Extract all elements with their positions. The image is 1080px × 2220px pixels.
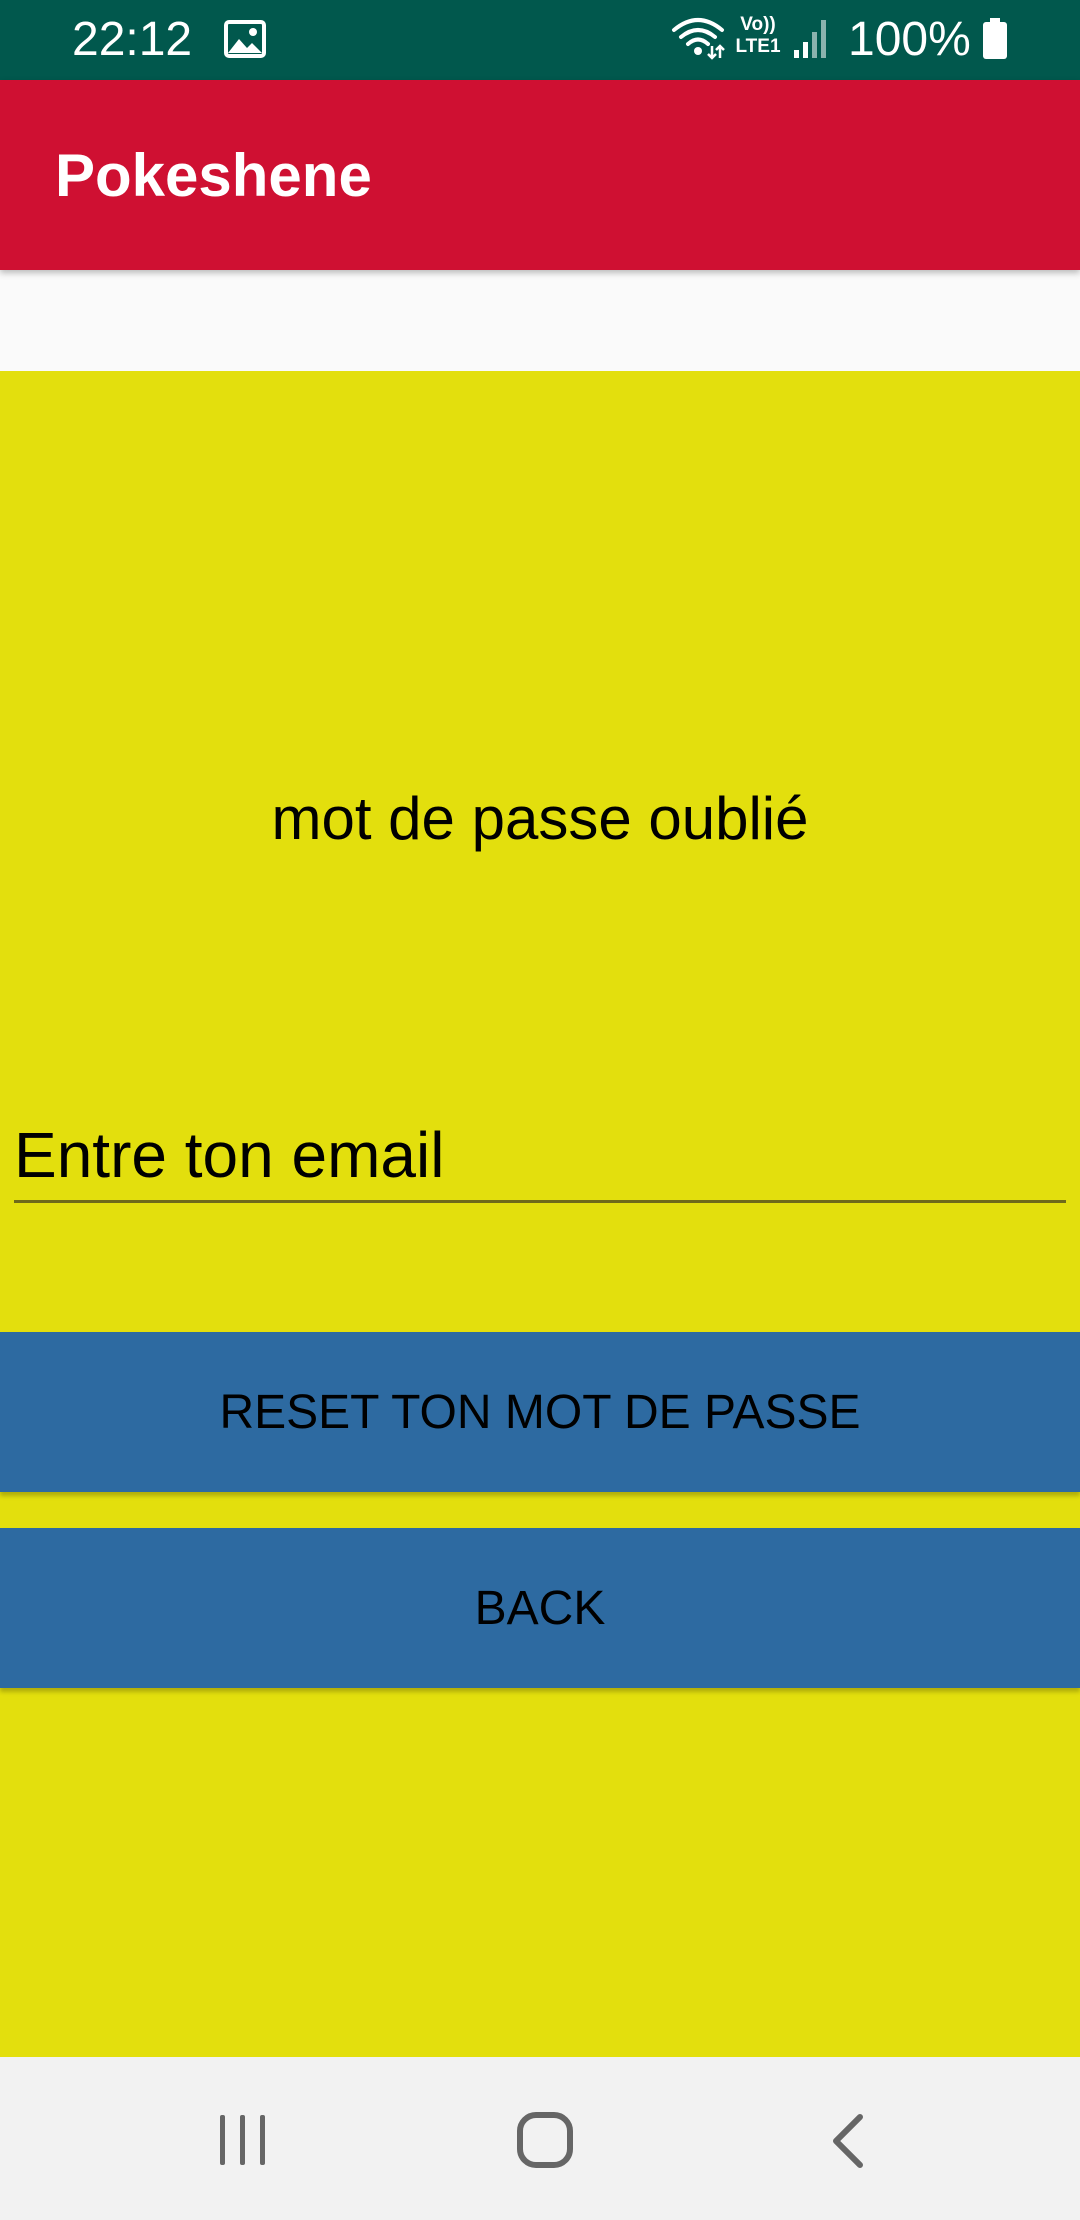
- lte-icon: Vo)) LTE1: [734, 14, 782, 62]
- page-heading: mot de passe oublié: [271, 785, 809, 852]
- battery-percent: 100%: [848, 13, 971, 66]
- back-icon[interactable]: [828, 2113, 868, 2169]
- lte-label-top: Vo)): [740, 14, 776, 35]
- back-button[interactable]: BACK: [0, 1528, 1080, 1688]
- home-icon[interactable]: [516, 2111, 574, 2169]
- battery-icon: [983, 18, 1007, 59]
- status-time: 22:12: [72, 13, 193, 66]
- status-bar: 22:12 Vo)) LTE1 100%: [0, 0, 1080, 80]
- email-input[interactable]: [14, 1109, 1066, 1203]
- signal-icon: [794, 20, 826, 58]
- app-title: Pokeshene: [55, 142, 372, 209]
- wifi-icon: [672, 18, 725, 60]
- gallery-icon: [224, 20, 266, 58]
- forgot-password-panel: mot de passe oublié RESET TON MOT DE PAS…: [0, 371, 1080, 2057]
- app-bar: Pokeshene: [0, 80, 1080, 270]
- recents-icon[interactable]: [216, 2113, 270, 2167]
- system-nav-bar: [0, 2057, 1080, 2220]
- reset-password-button[interactable]: RESET TON MOT DE PASSE: [0, 1332, 1080, 1492]
- lte-label-bottom: LTE1: [735, 36, 781, 57]
